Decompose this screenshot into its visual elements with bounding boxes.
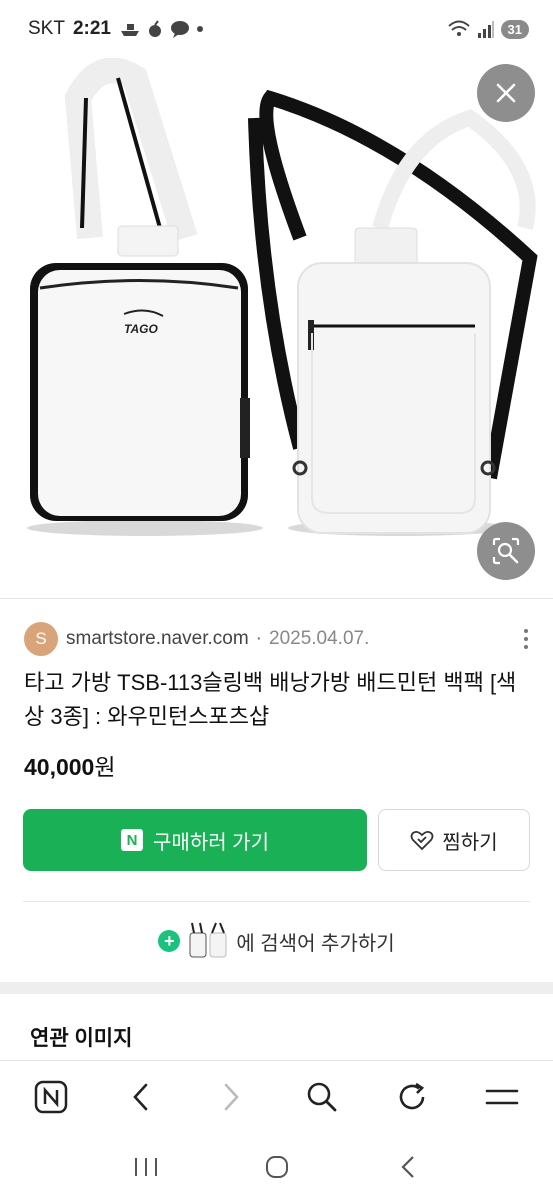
image-search-icon (492, 537, 520, 565)
home-icon (265, 1156, 288, 1178)
naver-home-icon (34, 1080, 68, 1113)
chat-notification-icon (170, 21, 189, 38)
brand-mark-text: TAGO (124, 322, 158, 336)
search-button[interactable] (296, 1071, 348, 1123)
browser-toolbar (0, 1060, 553, 1132)
battery-level: 31 (500, 19, 529, 39)
backpack-photo: TAGO (27, 58, 538, 536)
related-images-title: 연관 이미지 (30, 1027, 133, 1050)
product-image[interactable]: TAGO (0, 58, 553, 598)
heart-icon (410, 830, 434, 851)
menu-icon (485, 1089, 519, 1104)
recent-apps-button[interactable] (124, 1145, 168, 1189)
source-row[interactable]: S smartstore.naver.com · 2025.04.07. (24, 622, 534, 656)
carrier-label: SKT (28, 18, 65, 39)
refresh-icon (399, 1082, 425, 1109)
backpack-thumbnail (189, 922, 227, 958)
search-icon (307, 1082, 336, 1111)
forward-icon (225, 1083, 240, 1110)
back-icon (133, 1083, 148, 1110)
product-title[interactable]: 타고 가방 TSB-113슬링백 배낭가방 배드민턴 백팩 [색상 3종] : … (24, 666, 534, 734)
status-right: 31 (447, 19, 529, 39)
clock-time: 2:21 (72, 18, 111, 39)
wishlist-button[interactable]: 찜하기 (378, 809, 530, 871)
fruit-notification-icon (148, 20, 161, 37)
status-bar: SKT 2:21 31 (0, 0, 553, 58)
actions-divider (23, 901, 530, 902)
back-button[interactable] (115, 1071, 167, 1123)
close-icon (496, 83, 516, 103)
section-separator (0, 982, 553, 994)
add-search-label: 에 검색어 추가하기 (236, 932, 395, 955)
naver-pay-icon: N (121, 829, 144, 851)
close-button[interactable] (477, 64, 535, 122)
add-search-term[interactable]: + 에 검색어 추가하기 (0, 918, 553, 964)
product-price: 40,000원 (24, 748, 116, 782)
plus-circle-icon: + (158, 930, 181, 952)
wifi-icon (447, 20, 470, 36)
status-left: SKT 2:21 (28, 18, 205, 40)
boat-notification-icon (120, 24, 139, 36)
price-unit: 원 (94, 754, 116, 780)
image-divider (0, 598, 553, 599)
refresh-button[interactable] (386, 1071, 438, 1123)
more-vertical-icon[interactable] (518, 624, 534, 654)
buy-button[interactable]: N 구매하러 가기 (23, 809, 367, 871)
image-search-button[interactable] (477, 522, 535, 580)
forward-button[interactable] (205, 1071, 257, 1123)
signal-icon (477, 21, 494, 38)
notification-icons (119, 20, 205, 38)
recent-apps-icon (134, 1158, 157, 1176)
menu-button[interactable] (476, 1071, 528, 1123)
source-domain[interactable]: smartstore.naver.com (66, 628, 249, 650)
source-date: 2025.04.07. (269, 628, 370, 649)
source-separator: · (255, 628, 262, 649)
wishlist-label: 찜하기 (442, 831, 498, 854)
buy-button-label: 구매하러 가기 (153, 831, 269, 854)
back-icon (400, 1156, 414, 1178)
price-value: 40,000 (24, 754, 95, 780)
system-navigation-bar (0, 1134, 553, 1200)
system-back-button[interactable] (386, 1145, 430, 1189)
dot-notification-icon (196, 26, 203, 32)
home-button[interactable] (255, 1145, 299, 1189)
naver-home-button[interactable] (25, 1071, 77, 1123)
source-avatar: S (24, 622, 58, 656)
